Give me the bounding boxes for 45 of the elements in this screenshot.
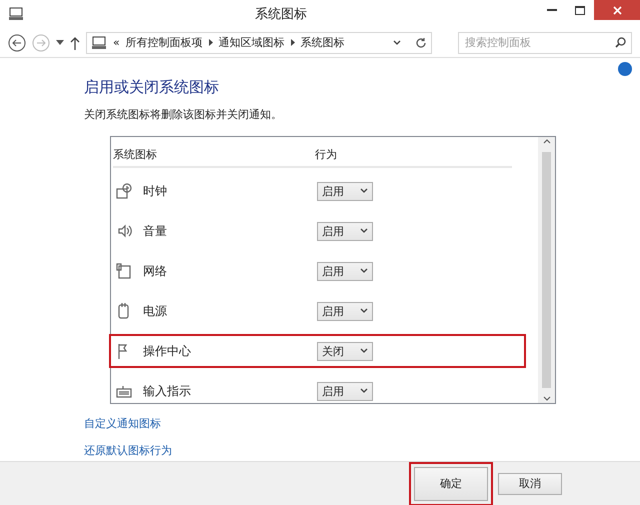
help-icon[interactable] <box>618 62 632 76</box>
link[interactable]: 还原默认图标行为 <box>84 443 632 458</box>
search-icon <box>615 36 626 48</box>
breadcrumb[interactable]: 系统图标 <box>300 35 345 50</box>
refresh-icon[interactable] <box>415 36 427 48</box>
icon-name: 音量 <box>143 222 167 240</box>
icon-name: 电源 <box>143 302 167 320</box>
network-icon <box>115 262 133 280</box>
icon-name: 时钟 <box>143 182 167 200</box>
behavior-dropdown[interactable]: 启用 <box>317 262 373 280</box>
computer-icon <box>91 36 107 50</box>
link[interactable]: 自定义通知图标 <box>84 416 632 431</box>
behavior-dropdown[interactable]: 启用 <box>317 222 373 240</box>
search-field[interactable]: 搜索控制面板 <box>458 32 632 54</box>
behavior-dropdown[interactable]: 关闭 <box>317 342 373 360</box>
behavior-dropdown[interactable]: 启用 <box>317 382 373 400</box>
scroll-down-icon[interactable] <box>542 396 550 401</box>
up-arrow-icon[interactable] <box>70 36 80 50</box>
clock-icon <box>115 182 133 200</box>
back-icon[interactable] <box>8 34 26 52</box>
computer-icon <box>8 7 24 21</box>
window-title: 系统图标 <box>254 6 308 23</box>
minimize-icon <box>547 9 557 11</box>
breadcrumb[interactable]: 所有控制面板项 <box>126 35 203 50</box>
close-button[interactable] <box>594 0 640 20</box>
maximize-icon <box>575 6 585 14</box>
breadcrumb-arrow-icon <box>290 39 295 46</box>
description-text: 关闭系统图标将删除该图标并关闭通知。 <box>84 107 283 122</box>
column-header: 行为 <box>315 147 338 162</box>
icon-name: 输入指示 <box>143 382 191 400</box>
behavior-dropdown[interactable]: 启用 <box>317 302 373 320</box>
scroll-up-icon[interactable] <box>542 139 550 144</box>
scrollbar[interactable] <box>538 137 555 403</box>
column-header: 系统图标 <box>113 147 158 162</box>
address-bar[interactable]: « 所有控制面板项 通知区域图标 系统图标 <box>86 32 432 54</box>
page-heading: 启用或关闭系统图标 <box>84 78 220 97</box>
close-icon <box>612 6 622 14</box>
behavior-dropdown[interactable]: 启用 <box>317 182 373 200</box>
breadcrumb-arrow-icon <box>208 39 213 46</box>
dropdown-arrow-icon[interactable] <box>56 40 64 45</box>
icon-name: 网络 <box>143 262 167 280</box>
icon-name: 操作中心 <box>143 342 191 360</box>
overflow-chevron[interactable]: « <box>113 36 120 49</box>
cancel-button[interactable]: 取消 <box>498 472 562 494</box>
breadcrumb[interactable]: 通知区域图标 <box>218 35 285 50</box>
